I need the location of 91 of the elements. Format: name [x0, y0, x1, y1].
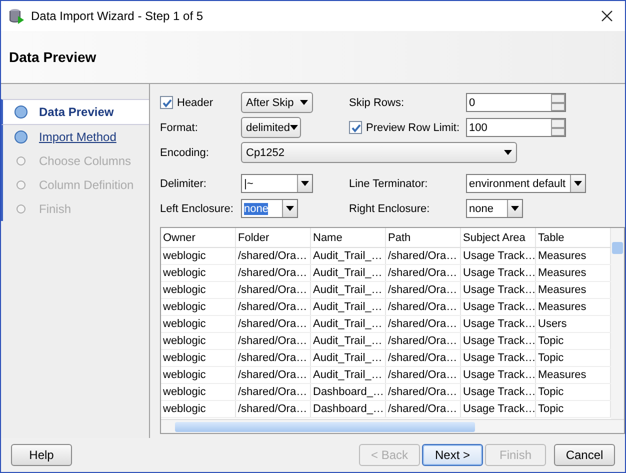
- table-cell: /shared/Ora…: [236, 333, 311, 349]
- close-icon[interactable]: [601, 10, 613, 22]
- step-sphere-icon: [13, 129, 29, 145]
- step-sphere-icon: [13, 104, 29, 120]
- table-cell: weblogic: [161, 384, 236, 400]
- window-title: Data Import Wizard - Step 1 of 5: [31, 9, 204, 23]
- field-label: Preview Row Limit:: [366, 122, 460, 134]
- column-header[interactable]: Name: [311, 228, 386, 247]
- table-cell: /shared/Ora…: [386, 401, 461, 417]
- table-cell: Audit_Trail_…: [311, 367, 386, 383]
- step-label: Finish: [39, 202, 72, 216]
- delimiter-combo[interactable]: |~: [241, 174, 313, 193]
- field-label: Header: [177, 96, 214, 108]
- table-cell: Usage Track…: [461, 282, 536, 298]
- table-cell: /shared/Ora…: [386, 367, 461, 383]
- header-checkbox[interactable]: [160, 96, 173, 109]
- table-cell: /shared/Ora…: [236, 384, 311, 400]
- table-cell: weblogic: [161, 333, 236, 349]
- header-dropdown[interactable]: After Skip: [241, 92, 313, 113]
- table-cell: Usage Track…: [461, 350, 536, 366]
- table-cell: Audit_Trail_…: [311, 282, 386, 298]
- right-enclosure-combo[interactable]: none: [466, 199, 523, 218]
- table-cell: /shared/Ora…: [236, 265, 311, 281]
- page-heading: Data Preview: [9, 49, 96, 65]
- table-cell: weblogic: [161, 350, 236, 366]
- table-cell: weblogic: [161, 367, 236, 383]
- table-cell: Audit_Trail_…: [311, 350, 386, 366]
- preview-limit-checkbox[interactable]: [349, 121, 362, 134]
- step-link[interactable]: Import Method: [39, 130, 116, 144]
- step-label: Choose Columns: [39, 154, 132, 168]
- wizard-button[interactable]: Cancel: [554, 444, 615, 466]
- table-cell: Usage Track…: [461, 384, 536, 400]
- table-cell: Usage Track…: [461, 299, 536, 315]
- table-cell: Audit_Trail_…: [311, 265, 386, 281]
- table-cell: /shared/Ora…: [386, 333, 461, 349]
- encoding-dropdown[interactable]: Cp1252: [241, 142, 517, 163]
- table-cell: Audit_Trail_…: [311, 333, 386, 349]
- vertical-scrollbar[interactable]: [611, 228, 624, 419]
- table-cell: Usage Track…: [461, 401, 536, 417]
- field-label: Skip Rows:: [349, 96, 404, 108]
- table-cell: Audit_Trail_…: [311, 248, 386, 264]
- table-cell: Usage Track…: [461, 265, 536, 281]
- format-dropdown[interactable]: delimited: [241, 117, 301, 138]
- field-label: Format:: [160, 122, 198, 134]
- line-terminator-combo[interactable]: environment default: [466, 174, 586, 193]
- field-label: Encoding:: [160, 146, 209, 158]
- field-label: Right Enclosure:: [349, 202, 430, 214]
- table-cell: Audit_Trail_…: [311, 299, 386, 315]
- table-cell: weblogic: [161, 282, 236, 298]
- table-cell: Usage Track…: [461, 248, 536, 264]
- table-cell: /shared/Ora…: [386, 316, 461, 332]
- table-cell: /shared/Ora…: [386, 384, 461, 400]
- table-cell: Usage Track…: [461, 367, 536, 383]
- table-cell: Usage Track…: [461, 333, 536, 349]
- column-header[interactable]: Path: [386, 228, 461, 247]
- table-cell: /shared/Ora…: [386, 248, 461, 264]
- wizard-button[interactable]: Next >: [422, 444, 483, 466]
- table-cell: /shared/Ora…: [236, 299, 311, 315]
- field-label: Left Enclosure:: [160, 202, 234, 214]
- table-cell: weblogic: [161, 401, 236, 417]
- field-label: Line Terminator:: [349, 178, 428, 190]
- help-button[interactable]: Help: [11, 444, 72, 466]
- table-cell: /shared/Ora…: [386, 282, 461, 298]
- table-cell: /shared/Ora…: [236, 401, 311, 417]
- table-cell: /shared/Ora…: [236, 248, 311, 264]
- table-cell: weblogic: [161, 316, 236, 332]
- table-cell: /shared/Ora…: [236, 282, 311, 298]
- table-cell: weblogic: [161, 265, 236, 281]
- table-cell: /shared/Ora…: [386, 299, 461, 315]
- step-label: Column Definition: [39, 178, 134, 192]
- column-header[interactable]: Owner: [161, 228, 236, 247]
- table-cell: Usage Track…: [461, 316, 536, 332]
- table-cell: /shared/Ora…: [386, 265, 461, 281]
- table-cell: Dashboard_…: [311, 384, 386, 400]
- database-icon: [9, 8, 25, 24]
- column-header[interactable]: Subject Area: [461, 228, 536, 247]
- column-header[interactable]: Folder: [236, 228, 311, 247]
- table-cell: /shared/Ora…: [236, 316, 311, 332]
- table-cell: weblogic: [161, 248, 236, 264]
- field-label: Delimiter:: [160, 178, 206, 190]
- table-cell: /shared/Ora…: [236, 350, 311, 366]
- skip-rows-spinner[interactable]: 0: [466, 93, 566, 112]
- table-cell: /shared/Ora…: [236, 367, 311, 383]
- table-cell: /shared/Ora…: [386, 350, 461, 366]
- table-cell: weblogic: [161, 299, 236, 315]
- left-enclosure-combo[interactable]: none: [241, 199, 298, 218]
- table-cell: Dashboard_…: [311, 401, 386, 417]
- horizontal-scrollbar[interactable]: [161, 419, 624, 433]
- row-limit-spinner[interactable]: 100: [466, 118, 566, 137]
- table-cell: Audit_Trail_…: [311, 316, 386, 332]
- current-step: Data Preview: [39, 105, 114, 119]
